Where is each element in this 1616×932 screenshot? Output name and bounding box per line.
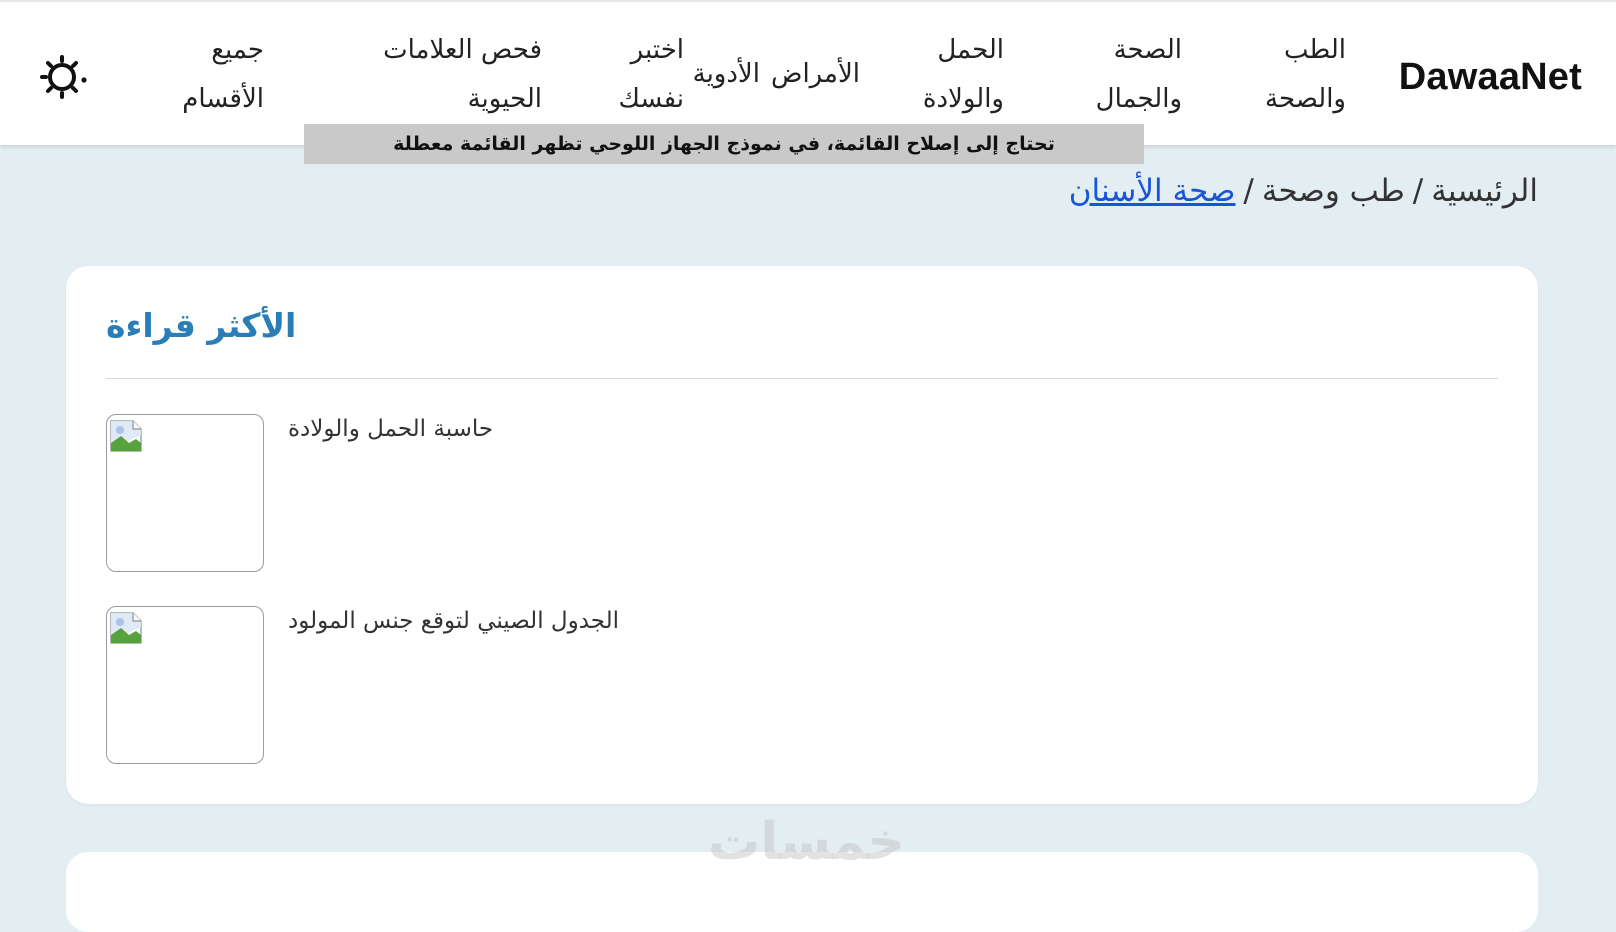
nav-item-all-sections[interactable]: جميع الأقسام: [182, 26, 264, 124]
broken-image-icon: [110, 612, 142, 644]
nav-item-diseases[interactable]: الأمراض: [771, 50, 860, 99]
most-read-title: الأكثر قراءة: [106, 306, 297, 345]
nav-item-test-yourself[interactable]: اختبر نفسك: [619, 26, 685, 124]
article-thumbnail[interactable]: [106, 414, 264, 572]
list-item-label[interactable]: حاسبة الحمل والولادة: [288, 416, 493, 442]
breadcrumb-separator: /: [1243, 173, 1254, 209]
most-read-card: الأكثر قراءة حاسبة الحمل والولادة الجدول: [66, 266, 1538, 804]
section-divider: [106, 378, 1498, 379]
brand-logo[interactable]: DawaaNet: [1399, 56, 1582, 99]
nav-item-vital-signs[interactable]: فحص العلامات الحيوية: [383, 26, 542, 124]
theme-toggle-button[interactable]: [40, 54, 88, 100]
breadcrumb-separator: /: [1412, 173, 1424, 209]
list-item[interactable]: حاسبة الحمل والولادة: [106, 414, 806, 574]
nav-item-medicine-health[interactable]: الطب والصحة: [1265, 26, 1346, 124]
breadcrumb-section[interactable]: طب وصحة: [1262, 173, 1405, 209]
sun-icon: [40, 55, 87, 99]
broken-image-icon: [110, 420, 142, 452]
list-item[interactable]: الجدول الصيني لتوقع جنس المولود: [106, 606, 806, 766]
breadcrumb-home[interactable]: الرئيسية: [1431, 173, 1538, 209]
nav-item-pregnancy-birth[interactable]: الحمل والولادة: [923, 26, 1004, 124]
nav-item-medicines[interactable]: الأدوية: [693, 50, 760, 99]
watermark-logo: خمسات: [708, 812, 906, 872]
breadcrumb: الرئيسية/طب وصحة/صحة الأسنان: [1069, 166, 1538, 216]
dev-notice-banner: تحتاج إلى إصلاح القائمة، في نموذج الجهاز…: [304, 124, 1144, 164]
breadcrumb-current-link[interactable]: صحة الأسنان: [1069, 173, 1236, 209]
article-thumbnail[interactable]: [106, 606, 264, 764]
list-item-label[interactable]: الجدول الصيني لتوقع جنس المولود: [288, 608, 619, 634]
nav-item-health-beauty[interactable]: الصحة والجمال: [1096, 26, 1182, 124]
